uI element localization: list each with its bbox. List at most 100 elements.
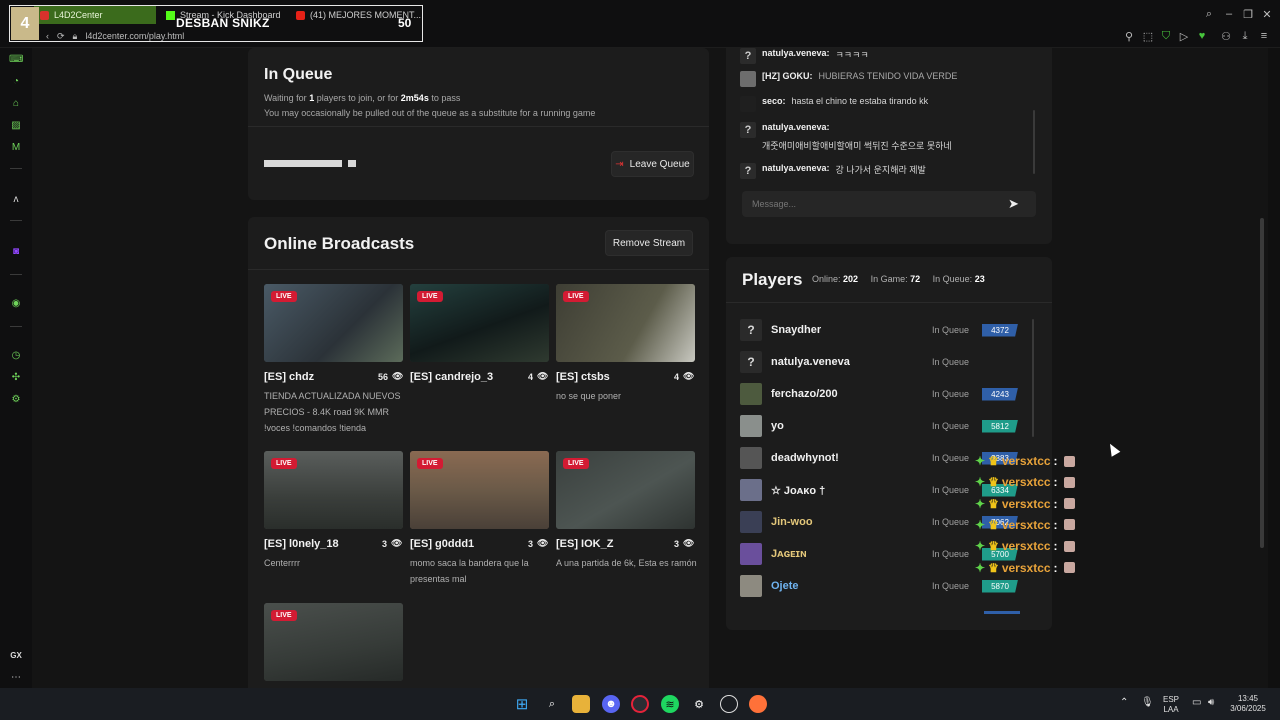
player-row[interactable]: Ojete In Queue 5870 bbox=[740, 574, 1020, 598]
player-row[interactable]: ferchazo/200 In Queue 4243 bbox=[740, 382, 1020, 406]
download-icon[interactable]: ⤓ bbox=[1238, 30, 1252, 43]
player-name[interactable]: ferchazo/200 bbox=[771, 388, 838, 400]
in-queue-count: 23 bbox=[974, 274, 985, 284]
player-name[interactable]: natulya.veneva bbox=[771, 356, 850, 368]
broadcast-title[interactable]: [ES] g0ddd1 bbox=[410, 538, 474, 550]
player-row[interactable]: ? natulya.veneva In Queue bbox=[740, 350, 1020, 374]
file-explorer-icon[interactable] bbox=[572, 695, 590, 713]
player-name[interactable]: Snaydher bbox=[771, 324, 821, 336]
chat-text: hasta el chino te estaba tirando kk bbox=[791, 96, 929, 106]
remove-stream-button[interactable]: Remove Stream bbox=[605, 230, 693, 256]
discord-icon[interactable]: ☻ bbox=[602, 695, 620, 713]
language-indicator[interactable]: ESP LAA bbox=[1163, 695, 1179, 715]
broadcast-thumbnail[interactable]: LIVE bbox=[556, 284, 695, 362]
leave-queue-button[interactable]: ⇥ Leave Queue bbox=[611, 151, 694, 177]
maximize-icon[interactable]: ❐ bbox=[1241, 8, 1255, 21]
alert-colon: : bbox=[1053, 454, 1058, 468]
search-icon[interactable]: ⌕ bbox=[543, 695, 561, 713]
gx-icon[interactable]: GX bbox=[9, 650, 23, 662]
settings-icon[interactable]: ⚙ bbox=[9, 394, 23, 406]
chat-username[interactable]: [HZ] GOKU: bbox=[762, 71, 813, 81]
broadcast-thumbnail[interactable]: LIVE bbox=[410, 451, 549, 529]
snapshot-icon[interactable]: ⬚ bbox=[1141, 30, 1155, 43]
player-icon[interactable]: ◉ bbox=[9, 298, 23, 310]
chat-username[interactable]: natulya.veneva: bbox=[762, 122, 952, 132]
play-icon[interactable]: ▷ bbox=[1177, 30, 1191, 43]
player-name[interactable]: ☆ Jᴏᴀᴋᴏ † bbox=[771, 484, 825, 497]
player-avatar bbox=[740, 415, 762, 437]
search-icon[interactable]: ⌕ bbox=[1202, 8, 1216, 21]
history-icon[interactable]: ◷ bbox=[9, 350, 23, 362]
player-name[interactable]: yo bbox=[771, 420, 784, 432]
gamepad-icon[interactable]: ⌨ bbox=[9, 54, 23, 66]
close-icon[interactable]: ✕ bbox=[1260, 8, 1274, 21]
account-icon[interactable]: ⚇ bbox=[1219, 30, 1233, 43]
heart-icon[interactable]: ♥ bbox=[1195, 30, 1209, 42]
opera-gx-icon[interactable] bbox=[631, 695, 649, 713]
broadcast-thumbnail[interactable]: LIVE bbox=[410, 284, 549, 362]
live-badge: LIVE bbox=[271, 458, 297, 469]
broadcast-thumbnail[interactable]: LIVE bbox=[264, 284, 403, 362]
viewer-number: 4 bbox=[674, 371, 680, 382]
player-name[interactable]: deadwhynot! bbox=[771, 452, 839, 464]
spotify-icon[interactable]: ≋ bbox=[661, 695, 679, 713]
queue-text: to pass bbox=[431, 93, 461, 103]
stripes-icon[interactable]: ▨ bbox=[9, 120, 23, 132]
player-row[interactable]: ? Snaydher In Queue 4372 bbox=[740, 318, 1020, 342]
chat-input[interactable] bbox=[752, 196, 992, 212]
pin-icon[interactable]: ⚲ bbox=[1122, 30, 1136, 43]
player-name[interactable]: Jᴀɢᴇɪɴ bbox=[771, 548, 807, 560]
network-icon[interactable]: ▭ bbox=[1192, 698, 1201, 708]
broadcast-title[interactable]: [ES] ctsbs bbox=[556, 371, 610, 383]
language-code: ESP bbox=[1163, 695, 1180, 704]
overlay-rank: 4 bbox=[11, 7, 39, 40]
obs-icon[interactable] bbox=[720, 695, 738, 713]
chat-username[interactable]: natulya.veneva: bbox=[762, 163, 830, 173]
page-scrollbar[interactable] bbox=[1260, 218, 1264, 548]
live-badge: LIVE bbox=[563, 458, 589, 469]
broadcast-title[interactable]: [ES] l0nely_18 bbox=[264, 538, 339, 550]
player-avatar bbox=[740, 511, 762, 533]
broadcast-thumbnail[interactable]: LIVE bbox=[556, 451, 695, 529]
crown-icon: ♛ bbox=[988, 475, 999, 490]
broadcast-title[interactable]: [ES] IOK_Z bbox=[556, 538, 613, 550]
chat-username[interactable]: seco: bbox=[762, 96, 786, 106]
minimize-icon[interactable]: – bbox=[1222, 8, 1236, 20]
players-scrollbar[interactable] bbox=[1032, 319, 1034, 437]
m-app-icon[interactable]: M bbox=[9, 142, 23, 154]
steam-icon[interactable]: ⚙ bbox=[690, 695, 708, 713]
broadcasts-title: Online Broadcasts bbox=[264, 234, 415, 253]
kick-icon[interactable]: ʌ bbox=[9, 194, 23, 206]
player-avatar: ? bbox=[740, 319, 762, 341]
pin-board-icon[interactable]: ⌂ bbox=[9, 98, 23, 110]
more-icon[interactable]: ⋯ bbox=[9, 672, 23, 684]
volume-icon[interactable]: 🔊︎ bbox=[1208, 698, 1214, 708]
extensions-icon[interactable]: ✣ bbox=[9, 372, 23, 384]
sparkle-icon: ✦ bbox=[975, 454, 986, 468]
broadcast-thumbnail[interactable]: LIVE bbox=[264, 603, 403, 681]
stat-label: In Game: bbox=[870, 274, 908, 284]
overlay-name: DESBAN SNIKZ bbox=[176, 16, 270, 30]
player-name[interactable]: Ojete bbox=[771, 580, 799, 592]
microphone-icon[interactable]: 🎙︎ bbox=[1141, 698, 1154, 708]
tray-chevron-icon[interactable]: ⌃ bbox=[1120, 698, 1128, 708]
speed-dial-icon[interactable]: ◔ bbox=[9, 76, 23, 88]
player-name[interactable]: Jin-woo bbox=[771, 516, 813, 528]
live-badge: LIVE bbox=[417, 291, 443, 302]
twitch-icon[interactable]: ◙ bbox=[9, 246, 23, 258]
shield-icon[interactable]: ⛉ bbox=[1159, 30, 1173, 43]
chat-scrollbar[interactable] bbox=[1033, 110, 1035, 174]
queue-status-line: Waiting for 1 players to join, or for 2m… bbox=[264, 93, 460, 103]
broadcast-thumbnail[interactable]: LIVE bbox=[264, 451, 403, 529]
firefox-icon[interactable] bbox=[749, 695, 767, 713]
broadcast-title[interactable]: [ES] candrejo_3 bbox=[410, 371, 493, 383]
chat-username[interactable]: natulya.veneva: bbox=[762, 48, 830, 58]
clock[interactable]: 13:45 3/06/2025 bbox=[1226, 694, 1270, 714]
player-row[interactable]: yo In Queue 5812 bbox=[740, 414, 1020, 438]
windows-start-icon[interactable]: ⊞ bbox=[513, 695, 531, 713]
chat-input-box[interactable]: ➤ bbox=[742, 191, 1036, 217]
menu-icon[interactable]: ≡ bbox=[1257, 30, 1271, 42]
player-status: In Queue bbox=[932, 453, 970, 463]
broadcast-title[interactable]: [ES] chdz bbox=[264, 371, 314, 383]
send-icon[interactable]: ➤ bbox=[1008, 196, 1019, 212]
